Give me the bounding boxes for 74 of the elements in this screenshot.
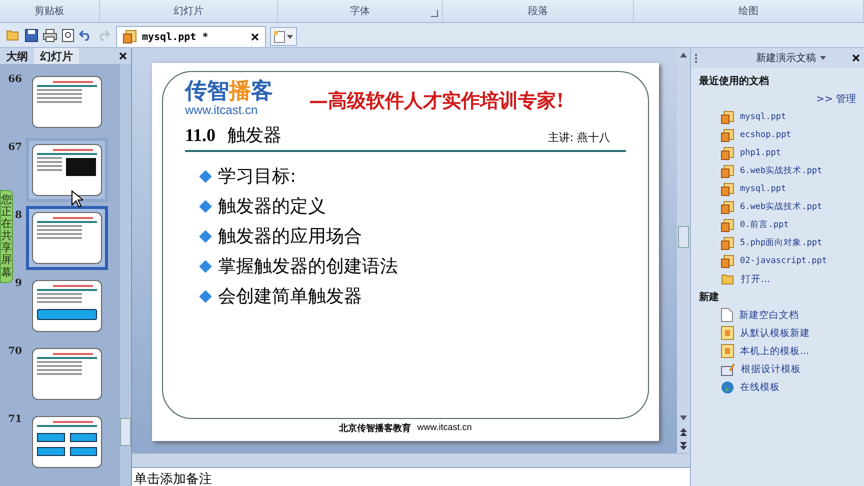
- ribbon-group-label: 幻灯片: [174, 4, 204, 18]
- slide-thumbnail[interactable]: [26, 206, 108, 270]
- ribbon-group-label: 剪贴板: [34, 4, 64, 18]
- recent-document-link[interactable]: 打开...: [741, 272, 770, 286]
- bullet-icon: [199, 290, 212, 302]
- open-folder-icon[interactable]: [6, 29, 20, 41]
- undo-icon[interactable]: [79, 29, 92, 41]
- presenter: 主讲: 燕十八: [548, 130, 610, 146]
- footer-text: 北京传智播客教育: [339, 422, 412, 435]
- manage-link[interactable]: >> 管理: [816, 92, 856, 106]
- slide-number: 67: [8, 141, 22, 153]
- recent-document-link[interactable]: php1.ppt: [740, 148, 781, 158]
- slide-number: 66: [8, 73, 22, 85]
- ribbon-group-label: 绘图: [738, 5, 758, 18]
- close-icon[interactable]: [119, 52, 127, 60]
- bullet-text: 学习目标:: [218, 165, 296, 188]
- new-document-link[interactable]: 本机上的模板...: [740, 344, 810, 358]
- footer-url: www.itcast.cn: [417, 422, 472, 434]
- new-document-link[interactable]: 新建空白文档: [739, 308, 799, 322]
- caret-icon[interactable]: [820, 56, 826, 60]
- close-tab-icon[interactable]: [251, 33, 259, 41]
- section-heading: 最近使用的文档: [699, 74, 770, 88]
- recent-document-link[interactable]: 0.前言.ppt: [740, 219, 789, 231]
- ribbon-group-label: 字体: [350, 4, 370, 18]
- logo-text: 传智播客: [185, 80, 273, 104]
- presentation-file-icon: [123, 30, 137, 44]
- bullet-text: 触发器的应用场合: [218, 225, 362, 248]
- panel-tab[interactable]: 幻灯片: [34, 48, 79, 64]
- slide-title: 触发器: [228, 124, 282, 148]
- new-document-link[interactable]: 从默认模板新建: [740, 326, 810, 340]
- panel-tab[interactable]: 大纲: [0, 48, 34, 64]
- bullet-text: 会创建简单触发器: [218, 285, 362, 308]
- close-icon[interactable]: [852, 54, 860, 62]
- print-icon[interactable]: [43, 28, 57, 42]
- new-document-link[interactable]: 根据设计模板: [741, 362, 801, 376]
- slide-number: 9: [14, 277, 22, 289]
- horizontal-scrollbar[interactable]: [132, 453, 690, 467]
- slide-number: 70: [8, 345, 22, 357]
- recent-document-link[interactable]: mysql.ppt: [740, 184, 786, 194]
- screen-share-banner: 您正在共享屏幕: [0, 190, 13, 283]
- dialog-launcher-icon[interactable]: [431, 10, 438, 17]
- mouse-cursor-icon: [71, 190, 83, 208]
- document-tab[interactable]: mysql.ppt *: [116, 26, 266, 47]
- notes-field[interactable]: 单击添加备注: [132, 467, 690, 486]
- print-preview-icon[interactable]: [62, 28, 74, 42]
- bullet-icon: [199, 170, 212, 182]
- slide-number: 8: [14, 209, 22, 221]
- save-icon[interactable]: [25, 28, 38, 42]
- bullet-icon: [199, 260, 212, 272]
- caret-icon: [287, 34, 293, 38]
- bullet-icon: [199, 230, 212, 242]
- bullet-text: 触发器的定义: [218, 195, 326, 218]
- recent-document-link[interactable]: ecshop.ppt: [740, 130, 792, 140]
- bullet-icon: [199, 200, 212, 212]
- new-document-link[interactable]: 在线模板: [740, 380, 780, 394]
- slide-canvas[interactable]: 传智播客 www.itcast.cn —高级软件人才实作培训专家! 11.0 触发器 主讲: 燕十八 学习目标: 触发器的定义 触发器的应用场合 掌握触发器的创建语法 会创建简单触发器 北京传智播客教育 www.itcast.cn: [152, 63, 659, 441]
- recent-document-link[interactable]: 5.php面向对象.ppt: [740, 237, 822, 249]
- scrollbar[interactable]: [120, 64, 131, 486]
- new-tab-button[interactable]: [270, 27, 297, 46]
- bullet-text: 掌握触发器的创建语法: [218, 255, 398, 278]
- slogan: —高级软件人才实作培训专家!: [309, 89, 564, 114]
- slide-number: 71: [8, 413, 22, 425]
- recent-document-link[interactable]: 6.web实战技术.ppt: [740, 201, 822, 213]
- slide-thumbnail[interactable]: [26, 138, 108, 202]
- scrollbar-thumb[interactable]: [120, 418, 131, 446]
- recent-document-link[interactable]: mysql.ppt: [740, 112, 786, 122]
- ribbon-group-label: 段落: [528, 4, 548, 18]
- new-document-icon: [274, 30, 285, 42]
- recent-document-link[interactable]: 6.web实战技术.ppt: [740, 165, 822, 177]
- recent-document-link[interactable]: 02-javascript.ppt: [740, 256, 827, 266]
- section-number: 11.0: [185, 125, 216, 146]
- section-heading: 新建: [699, 290, 720, 304]
- logo-url: www.itcast.cn: [185, 103, 259, 118]
- scrollbar-thumb[interactable]: [678, 226, 689, 248]
